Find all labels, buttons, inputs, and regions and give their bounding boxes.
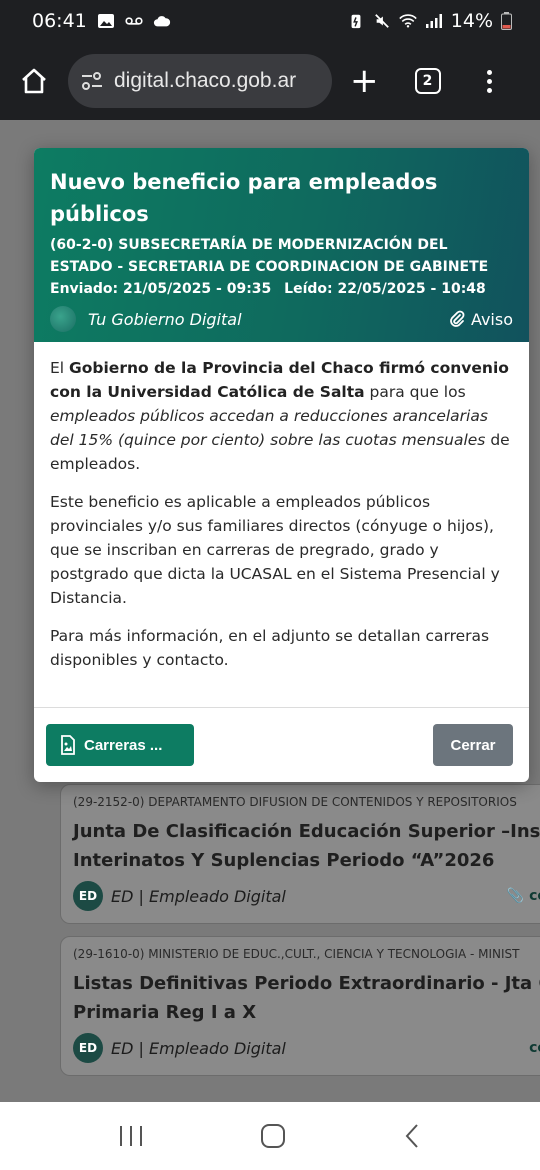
- browser-toolbar: digital.chaco.gob.ar + 2: [0, 42, 540, 120]
- battery-percent: 14%: [450, 10, 493, 32]
- modal-department: (60-2-0) SUBSECRETARÍA DE MODERNIZACIÓN …: [50, 237, 489, 275]
- modal-header: Nuevo beneficio para empleados públicos …: [34, 148, 529, 342]
- site-settings-icon[interactable]: [80, 70, 104, 92]
- modal-body: El Gobierno de la Provincia del Chaco fi…: [34, 342, 529, 672]
- clock: 06:41: [32, 10, 87, 32]
- modal-dates: Enviado: 21/05/2025 - 09:35 Leído: 22/05…: [50, 278, 513, 300]
- ed-logo-icon: ED: [73, 881, 103, 911]
- sent-date: Enviado: 21/05/2025 - 09:35: [50, 281, 272, 297]
- back-icon[interactable]: [402, 1123, 422, 1149]
- card-title-line1: Listas Definitivas Periodo Extraordinari…: [73, 973, 540, 994]
- aviso-label: Aviso: [470, 309, 513, 329]
- home-icon: [22, 68, 46, 94]
- tab-count: 2: [422, 73, 433, 89]
- modal-title: Nuevo beneficio para empleados públicos: [50, 170, 438, 226]
- highlight-benefit: empleados públicos accedan a reducciones…: [50, 407, 488, 449]
- image-file-icon: [61, 735, 75, 755]
- tabs-icon[interactable]: 2: [414, 68, 441, 94]
- card-title-line2: Primaria Reg I a X: [73, 1002, 257, 1023]
- url-text: digital.chaco.gob.ar: [114, 69, 297, 92]
- modal-source: Tu Gobierno Digital Aviso: [50, 306, 513, 332]
- mute-icon: [374, 14, 389, 28]
- recents-icon[interactable]: [118, 1124, 144, 1148]
- system-nav-bar: [0, 1102, 540, 1170]
- card-source: ED | Empleado Digital: [111, 886, 286, 906]
- battery-icon: [501, 12, 512, 30]
- paragraph-1: El Gobierno de la Provincia del Chaco fi…: [50, 359, 510, 473]
- status-bar: 06:41 14%: [0, 0, 540, 42]
- attachment-button[interactable]: Carreras ...: [46, 724, 194, 766]
- aviso-tag: Aviso: [449, 310, 513, 329]
- home-button[interactable]: [16, 63, 52, 99]
- card-title-line1: Junta De Clasificación Educación Superio…: [73, 821, 540, 842]
- list-item[interactable]: (29-2152-0) DEPARTAMENTO DIFUSION DE CON…: [60, 784, 540, 924]
- signal-icon: [425, 14, 442, 28]
- modal-footer: Carreras ... Cerrar: [34, 707, 529, 782]
- battery-saver-icon: [351, 14, 361, 29]
- gallery-icon: [97, 14, 114, 28]
- source-name: Tu Gobierno Digital: [88, 309, 242, 329]
- gobierno-digital-logo-icon: [50, 306, 76, 332]
- read-date: Leído: 22/05/2025 - 10:48: [284, 281, 486, 297]
- wifi-icon: [398, 14, 417, 28]
- ed-logo-icon: ED: [73, 1033, 103, 1063]
- cloud-icon: [153, 16, 170, 27]
- card-department: (29-2152-0) DEPARTAMENTO DIFUSION DE CON…: [73, 795, 517, 809]
- menu-icon[interactable]: [486, 69, 492, 93]
- paragraph-3: Para más información, en el adjunto se d…: [50, 627, 490, 669]
- card-tag: co: [529, 1040, 540, 1056]
- paperclip-icon: [450, 310, 465, 327]
- attachment-label: Carreras ...: [84, 736, 163, 754]
- card-department: (29-1610-0) MINISTERIO DE EDUC.,CULT., C…: [73, 947, 520, 961]
- list-item[interactable]: (29-1610-0) MINISTERIO DE EDUC.,CULT., C…: [60, 936, 540, 1076]
- voicemail-icon: [125, 17, 143, 25]
- card-tag: 📎 co: [506, 888, 540, 904]
- notification-modal: Nuevo beneficio para empleados públicos …: [34, 148, 529, 782]
- card-source: ED | Empleado Digital: [111, 1038, 286, 1058]
- new-tab-icon[interactable]: +: [350, 64, 379, 98]
- close-button[interactable]: Cerrar: [433, 724, 513, 766]
- paragraph-2: Este beneficio es aplicable a empleados …: [50, 493, 500, 607]
- address-bar[interactable]: digital.chaco.gob.ar: [68, 54, 332, 108]
- home-nav-icon[interactable]: [260, 1123, 286, 1149]
- card-title-line2: Interinatos Y Suplencias Periodo “A”2026: [73, 850, 495, 871]
